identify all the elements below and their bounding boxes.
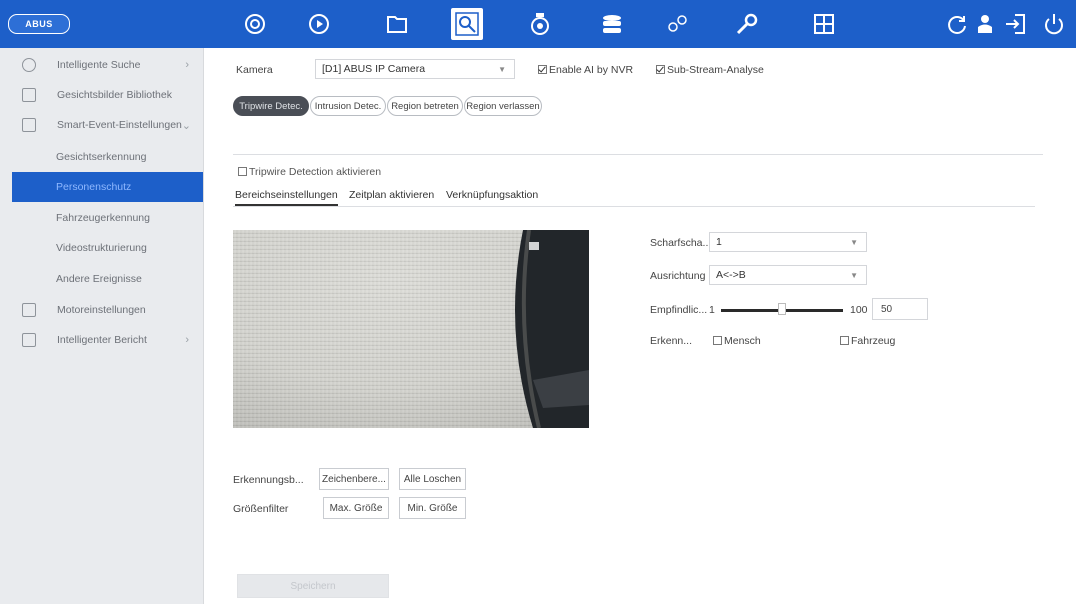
face-library-icon [22,88,36,102]
divider [233,154,1043,155]
tab-tripwire-detection[interactable]: Tripwire Detec. [233,96,309,116]
schaerfe-select[interactable]: 1 ▼ [709,232,867,252]
groessenfilter-label: Größenfilter [233,503,289,515]
tab-intrusion-detection[interactable]: Intrusion Detec. [310,96,386,116]
layout-icon[interactable] [808,8,840,40]
camera-config-icon[interactable] [524,8,556,40]
sidebar-item-personenschutz[interactable]: Personenschutz [12,172,203,202]
schaerfe-label: Scharfscha... [650,237,712,249]
maintenance-icon[interactable] [731,8,763,40]
tab-verknuepfung[interactable]: Verknüpfungsaktion [446,189,538,201]
storage-icon[interactable] [596,8,628,40]
playback-icon[interactable] [303,8,335,40]
chevron-down-icon: ⌄ [181,119,191,132]
sidebar-item-fahrzeugerkennung[interactable]: Fahrzeugerkennung [0,203,203,233]
enable-ai-checkbox[interactable]: Enable AI by NVR [538,64,633,76]
chevron-down-icon: ▼ [498,64,506,74]
event-settings-icon [22,118,36,132]
system-settings-icon[interactable] [661,8,693,40]
tab-divider [233,206,1035,207]
slider-handle[interactable] [778,303,786,315]
app-window: ABUS Intelligente Suche › Gesichtsbilder… [0,0,1076,604]
live-view-icon[interactable] [239,8,271,40]
files-icon[interactable] [381,8,413,40]
chevron-right-icon: › [185,334,189,346]
report-icon [22,333,36,347]
sidebar-item-gesichtsbilder[interactable]: Gesichtsbilder Bibliothek [0,80,203,110]
refresh-icon[interactable] [941,8,973,40]
tripwire-enable-checkbox[interactable]: Tripwire Detection aktivieren [238,166,381,178]
fahrzeug-checkbox[interactable]: Fahrzeug [840,335,895,347]
top-navigation-bar: ABUS [0,0,1076,48]
richtung-label: Ausrichtung [650,270,706,282]
tab-region-verlassen[interactable]: Region verlassen [464,96,542,116]
mensch-checkbox[interactable]: Mensch [713,335,761,347]
user-icon[interactable] [970,8,1002,40]
chevron-down-icon: ▼ [850,237,858,247]
chevron-down-icon: ▼ [850,270,858,280]
sidebar-item-andere-ereignisse[interactable]: Andere Ereignisse [0,264,203,294]
min-size-button[interactable]: Min. Größe [399,497,466,519]
chevron-right-icon: › [185,59,189,71]
sidebar: Intelligente Suche › Gesichtsbilder Bibl… [0,48,204,604]
slider-max-label: 100 [850,304,868,316]
tab-zeitplan[interactable]: Zeitplan aktivieren [349,189,434,201]
richtung-select[interactable]: A<->B ▼ [709,265,867,285]
motion-icon [22,303,36,317]
erkennung-label: Erkenn... [650,335,693,347]
sidebar-item-gesichtserkennung[interactable]: Gesichtserkennung [0,142,203,172]
smart-search-icon[interactable] [451,8,483,40]
power-icon[interactable] [1038,8,1070,40]
empfindlichkeit-label: Empfindlic... [650,304,708,316]
sidebar-item-motoreinstellungen[interactable]: Motoreinstellungen [0,295,203,325]
checkbox-checked-icon [656,64,665,74]
erkennungsbereich-label: Erkennungsb... [233,474,304,486]
sensitivity-value-field[interactable]: 50 [872,298,928,320]
sub-stream-checkbox[interactable]: Sub-Stream-Analyse [656,64,764,76]
camera-image [233,230,589,428]
clear-all-button[interactable]: Alle Loschen [399,468,466,490]
camera-label: Kamera [236,64,273,76]
camera-preview[interactable] [233,230,589,428]
camera-select[interactable]: [D1] ABUS IP Camera ▼ [315,59,515,79]
sidebar-item-smart-event[interactable]: Smart-Event-Einstellungen ⌄ [0,110,203,140]
brand-logo: ABUS [8,14,70,34]
checkbox-icon [238,166,247,176]
sidebar-item-videostrukturierung[interactable]: Videostrukturierung [0,233,203,263]
search-icon [22,58,36,72]
save-button[interactable]: Speichern [237,574,389,598]
tab-region-betreten[interactable]: Region betreten [387,96,463,116]
max-size-button[interactable]: Max. Größe [323,497,389,519]
slider-min-label: 1 [709,304,715,316]
checkbox-checked-icon [538,64,547,74]
draw-area-button[interactable]: Zeichenbere... [319,468,389,490]
main-panel: Kamera [D1] ABUS IP Camera ▼ Enable AI b… [203,48,1076,604]
checkbox-icon [713,335,722,345]
sidebar-item-intelligenter-bericht[interactable]: Intelligenter Bericht › [0,325,203,355]
sidebar-item-intelligente-suche[interactable]: Intelligente Suche › [0,50,203,80]
checkbox-icon [840,335,849,345]
logout-icon[interactable] [1000,8,1032,40]
tab-bereichseinstellungen[interactable]: Bereichseinstellungen [235,189,338,206]
